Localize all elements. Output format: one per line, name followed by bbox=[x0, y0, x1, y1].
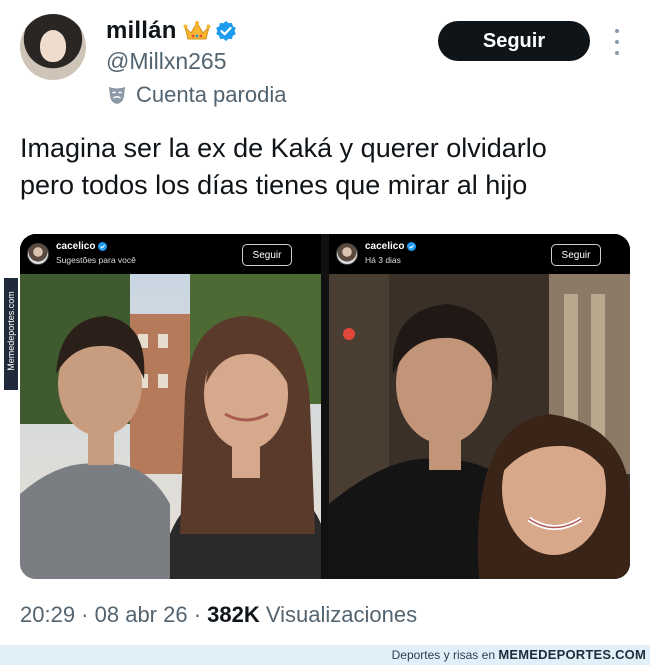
author-name-row: millán bbox=[106, 16, 237, 46]
parody-mask-icon bbox=[109, 87, 125, 104]
more-dots-icon[interactable] bbox=[608, 26, 626, 58]
ig-header-bar: cacelico Há 3 dias Seguir bbox=[329, 234, 630, 274]
tweet-media[interactable]: cacelico Sugestões para você Seguir cace… bbox=[20, 234, 630, 579]
crown-icon bbox=[183, 21, 211, 40]
ig-subtitle: Há 3 dias bbox=[365, 255, 401, 265]
tweet-text-line-2: pero todos los días tienes que mirar al … bbox=[20, 170, 528, 200]
parody-label: Cuenta parodia bbox=[136, 82, 287, 107]
author-handle[interactable]: @Millxn265 bbox=[106, 48, 227, 75]
selfie-photo-left bbox=[20, 274, 321, 579]
tweet-text-line-1: Imagina ser la ex de Kaká y querer olvid… bbox=[20, 133, 547, 163]
ig-follow-button[interactable]: Seguir bbox=[551, 244, 601, 266]
follow-button[interactable]: Seguir bbox=[438, 21, 590, 61]
ig-follow-button[interactable]: Seguir bbox=[242, 244, 292, 266]
ig-verified-icon bbox=[98, 242, 108, 251]
author-avatar[interactable] bbox=[20, 14, 86, 80]
footer-caption: Deportes y risas en bbox=[391, 648, 495, 662]
media-panel-right[interactable]: cacelico Há 3 dias Seguir bbox=[329, 234, 630, 579]
ig-username: cacelico bbox=[56, 241, 96, 252]
footer-brand[interactable]: MEMEDEPORTES.COM bbox=[498, 647, 646, 662]
tweet-text: Imagina ser la ex de Kaká y querer olvid… bbox=[20, 130, 630, 204]
side-watermark: Memedeportes.com bbox=[4, 278, 18, 390]
ig-avatar bbox=[336, 243, 358, 265]
verified-badge-icon bbox=[215, 21, 236, 41]
selfie-photo-right bbox=[329, 274, 630, 579]
tweet-date[interactable]: 08 abr 26 bbox=[95, 602, 188, 627]
ig-verified-icon bbox=[407, 242, 417, 251]
tweet-time[interactable]: 20:29 bbox=[20, 602, 75, 627]
ig-avatar bbox=[27, 243, 49, 265]
media-panel-left[interactable]: cacelico Sugestões para você Seguir bbox=[20, 234, 321, 579]
views-count: 382K bbox=[207, 602, 260, 627]
views-label: Visualizaciones bbox=[265, 602, 418, 627]
ig-subtitle: Sugestões para você bbox=[56, 255, 136, 265]
author-display-name[interactable]: millán bbox=[106, 17, 177, 45]
tweet-meta: 20:29 · 08 abr 26 · 382K Visualizaciones bbox=[20, 602, 418, 627]
ig-username: cacelico bbox=[365, 241, 405, 252]
ig-header-bar: cacelico Sugestões para você Seguir bbox=[20, 234, 321, 274]
footer-banner: Deportes y risas en MEMEDEPORTES.COM bbox=[0, 645, 650, 665]
parody-label-row: Cuenta parodia bbox=[106, 82, 286, 108]
